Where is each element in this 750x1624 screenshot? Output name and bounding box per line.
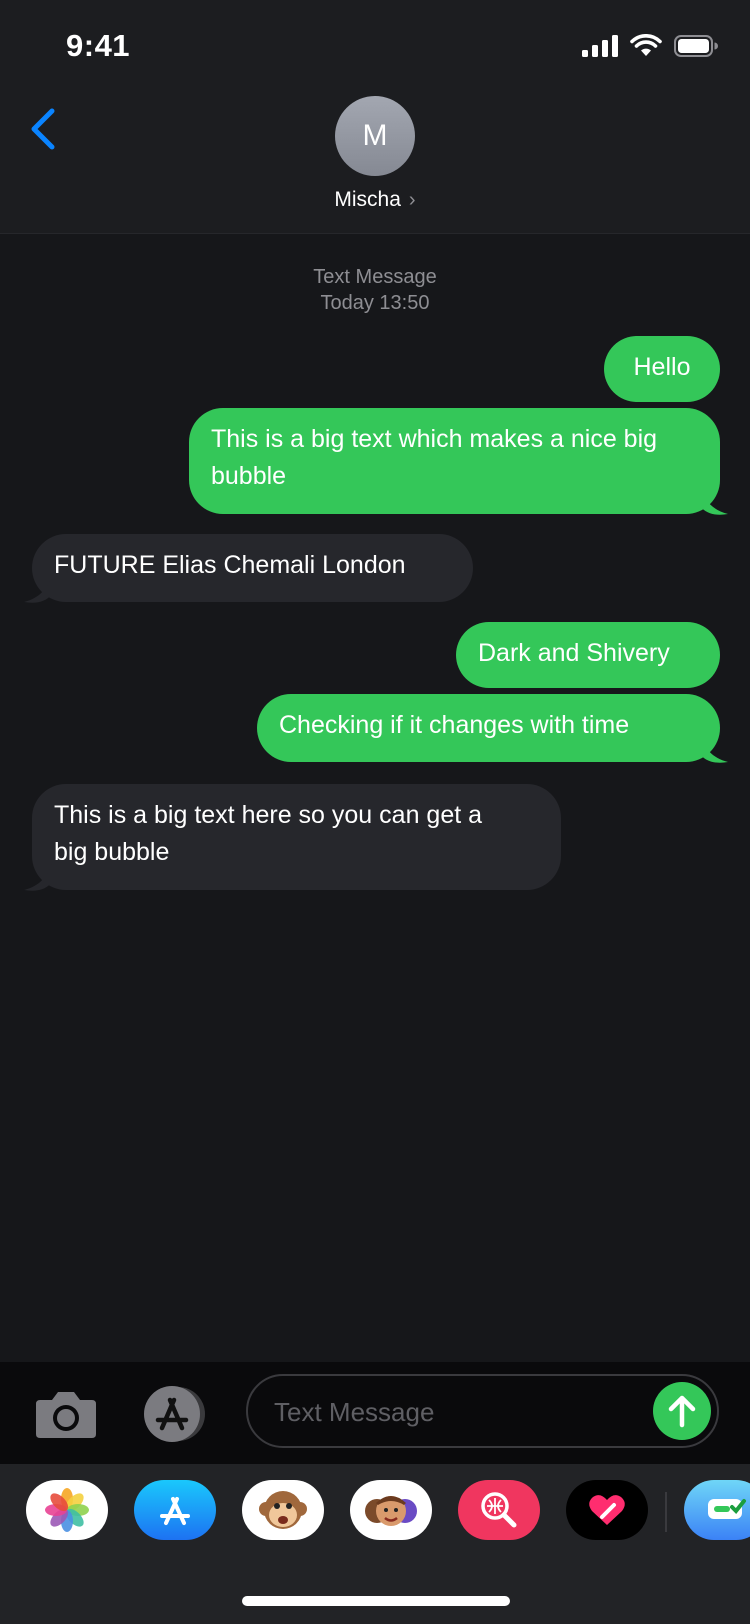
drawer-divider — [665, 1492, 667, 1532]
app-store-icon — [144, 1386, 205, 1442]
message-field — [246, 1374, 719, 1448]
memoji-stickers-icon[interactable] — [350, 1480, 432, 1540]
outgoing-message[interactable]: This is a big text which makes a nice bi… — [189, 408, 720, 514]
service-label: Text Message — [313, 266, 437, 288]
status-time: 9:41 — [66, 28, 131, 63]
battery-icon — [674, 35, 718, 57]
bubble-tail — [700, 734, 728, 763]
avatar-initial: M — [362, 119, 388, 152]
app-drawer — [0, 1464, 750, 1624]
contact-avatar[interactable]: M — [335, 96, 415, 176]
photos-icon[interactable] — [26, 1480, 108, 1540]
chevron-left-icon — [31, 108, 55, 150]
outgoing-message[interactable]: Hello — [604, 336, 720, 402]
incoming-message[interactable]: FUTURE Elias Chemali London — [32, 534, 473, 602]
contact-name-button[interactable]: Mischa › — [0, 188, 750, 212]
incoming-message[interactable]: This is a big text here so you can get a… — [32, 784, 561, 890]
web-search-icon[interactable] — [458, 1480, 540, 1540]
digital-touch-icon[interactable] — [566, 1480, 648, 1540]
contact-name: Mischa — [334, 188, 401, 211]
app-store-icon[interactable] — [134, 1480, 216, 1540]
thread-timestamp: Today 13:50 — [320, 292, 430, 314]
app-store-drawer-button[interactable] — [140, 1386, 212, 1442]
arrow-up-icon — [668, 1395, 696, 1428]
outgoing-message[interactable]: Checking if it changes with time — [257, 694, 720, 762]
send-button[interactable] — [653, 1382, 711, 1440]
bubble-tail — [24, 862, 52, 891]
messages-app-icon[interactable] — [684, 1480, 750, 1540]
thread-meta: Text Message Today 13:50 — [0, 264, 750, 316]
status-bar: 9:41 — [0, 0, 750, 92]
camera-button[interactable] — [34, 1390, 98, 1440]
home-indicator[interactable] — [242, 1596, 510, 1606]
status-icons — [582, 34, 718, 58]
cellular-signal-icon — [582, 35, 618, 57]
bubble-tail — [700, 486, 728, 515]
chevron-right-icon: › — [408, 188, 416, 211]
message-input[interactable] — [274, 1394, 634, 1430]
camera-icon — [36, 1392, 96, 1438]
wifi-icon — [630, 34, 662, 56]
outgoing-message[interactable]: Dark and Shivery — [456, 622, 720, 688]
message-composer — [0, 1362, 750, 1464]
monkey-animoji-icon[interactable] — [242, 1480, 324, 1540]
back-button[interactable] — [18, 104, 68, 154]
bubble-tail — [24, 574, 52, 603]
